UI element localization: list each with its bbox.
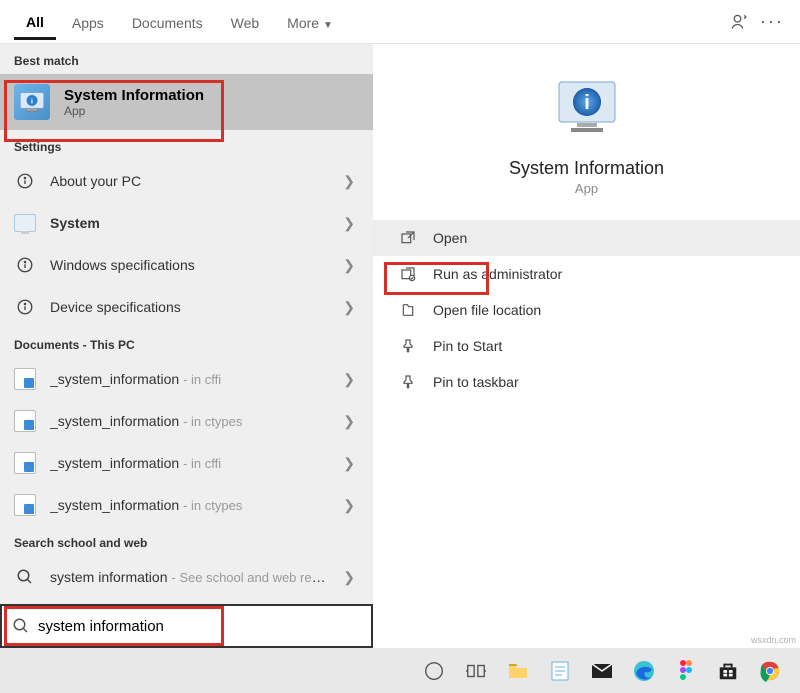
feedback-icon[interactable] xyxy=(726,8,754,36)
folder-icon xyxy=(399,302,417,318)
action-run-admin[interactable]: Run as administrator xyxy=(373,256,800,292)
document-row[interactable]: _system_information - in ctypes ❯ xyxy=(0,400,373,442)
pin-icon xyxy=(399,374,417,390)
chevron-right-icon: ❯ xyxy=(343,257,359,274)
chevron-right-icon: ❯ xyxy=(343,413,359,430)
best-match-item[interactable]: i System Information App xyxy=(0,74,373,130)
settings-row-devspec[interactable]: Device specifications ❯ xyxy=(0,286,373,328)
open-icon xyxy=(399,230,417,246)
tab-apps[interactable]: Apps xyxy=(60,5,116,39)
edge-icon[interactable] xyxy=(630,657,658,685)
detail-sub: App xyxy=(575,181,598,196)
figma-icon[interactable] xyxy=(672,657,700,685)
file-icon xyxy=(14,368,36,390)
search-input[interactable] xyxy=(38,618,361,635)
section-best-match: Best match xyxy=(0,44,373,74)
chevron-right-icon: ❯ xyxy=(343,371,359,388)
document-row[interactable]: _system_information - in ctypes ❯ xyxy=(0,484,373,526)
settings-row-system[interactable]: System ❯ xyxy=(0,202,373,244)
tab-web[interactable]: Web xyxy=(219,5,272,39)
system-information-icon: i xyxy=(14,84,50,120)
header-more-icon[interactable]: ··· xyxy=(758,8,786,36)
detail-title: System Information xyxy=(509,158,664,179)
notepad-icon[interactable] xyxy=(546,657,574,685)
section-settings: Settings xyxy=(0,130,373,160)
tab-more[interactable]: More ▼ xyxy=(275,5,345,39)
info-icon xyxy=(14,254,36,276)
section-web: Search school and web xyxy=(0,526,373,556)
file-icon xyxy=(14,494,36,516)
tab-documents[interactable]: Documents xyxy=(120,5,215,39)
search-icon xyxy=(12,617,30,635)
tab-bar: All Apps Documents Web More ▼ ··· xyxy=(0,0,800,44)
chevron-right-icon: ❯ xyxy=(343,497,359,514)
settings-row-winspec[interactable]: Windows specifications ❯ xyxy=(0,244,373,286)
cortana-icon[interactable] xyxy=(420,657,448,685)
monitor-icon xyxy=(14,212,36,234)
file-icon xyxy=(14,410,36,432)
chevron-right-icon: ❯ xyxy=(343,173,359,190)
settings-row-about-pc[interactable]: About your PC ❯ xyxy=(0,160,373,202)
document-row[interactable]: _system_information - in cffi ❯ xyxy=(0,442,373,484)
taskbar xyxy=(0,648,800,693)
document-row[interactable]: _system_information - in cffi ❯ xyxy=(0,358,373,400)
info-icon xyxy=(14,296,36,318)
info-icon xyxy=(14,170,36,192)
task-view-icon[interactable] xyxy=(462,657,490,685)
tab-all[interactable]: All xyxy=(14,4,56,40)
file-explorer-icon[interactable] xyxy=(504,657,532,685)
mail-icon[interactable] xyxy=(588,657,616,685)
file-icon xyxy=(14,452,36,474)
results-panel: Best match i System Information App Sett… xyxy=(0,44,373,648)
admin-icon xyxy=(399,266,417,282)
chevron-right-icon: ❯ xyxy=(343,569,359,586)
pin-icon xyxy=(399,338,417,354)
action-open[interactable]: Open xyxy=(373,220,800,256)
chevron-right-icon: ❯ xyxy=(343,455,359,472)
web-row[interactable]: system information - See school and web … xyxy=(0,556,373,598)
detail-app-icon: i xyxy=(551,72,623,144)
action-pin-taskbar[interactable]: Pin to taskbar xyxy=(373,364,800,400)
best-match-title: System Information xyxy=(64,87,204,104)
chevron-right-icon: ❯ xyxy=(343,299,359,316)
search-icon xyxy=(14,566,36,588)
best-match-sub: App xyxy=(64,104,204,118)
watermark: wsxdn.com xyxy=(751,635,796,645)
svg-text:i: i xyxy=(584,92,590,114)
store-icon[interactable] xyxy=(714,657,742,685)
chevron-right-icon: ❯ xyxy=(343,215,359,232)
chrome-icon[interactable] xyxy=(756,657,784,685)
svg-text:i: i xyxy=(31,97,33,106)
section-documents: Documents - This PC xyxy=(0,328,373,358)
action-file-location[interactable]: Open file location xyxy=(373,292,800,328)
detail-panel: i System Information App Open Run as adm… xyxy=(373,44,800,648)
action-pin-start[interactable]: Pin to Start xyxy=(373,328,800,364)
search-bar[interactable] xyxy=(0,604,373,648)
